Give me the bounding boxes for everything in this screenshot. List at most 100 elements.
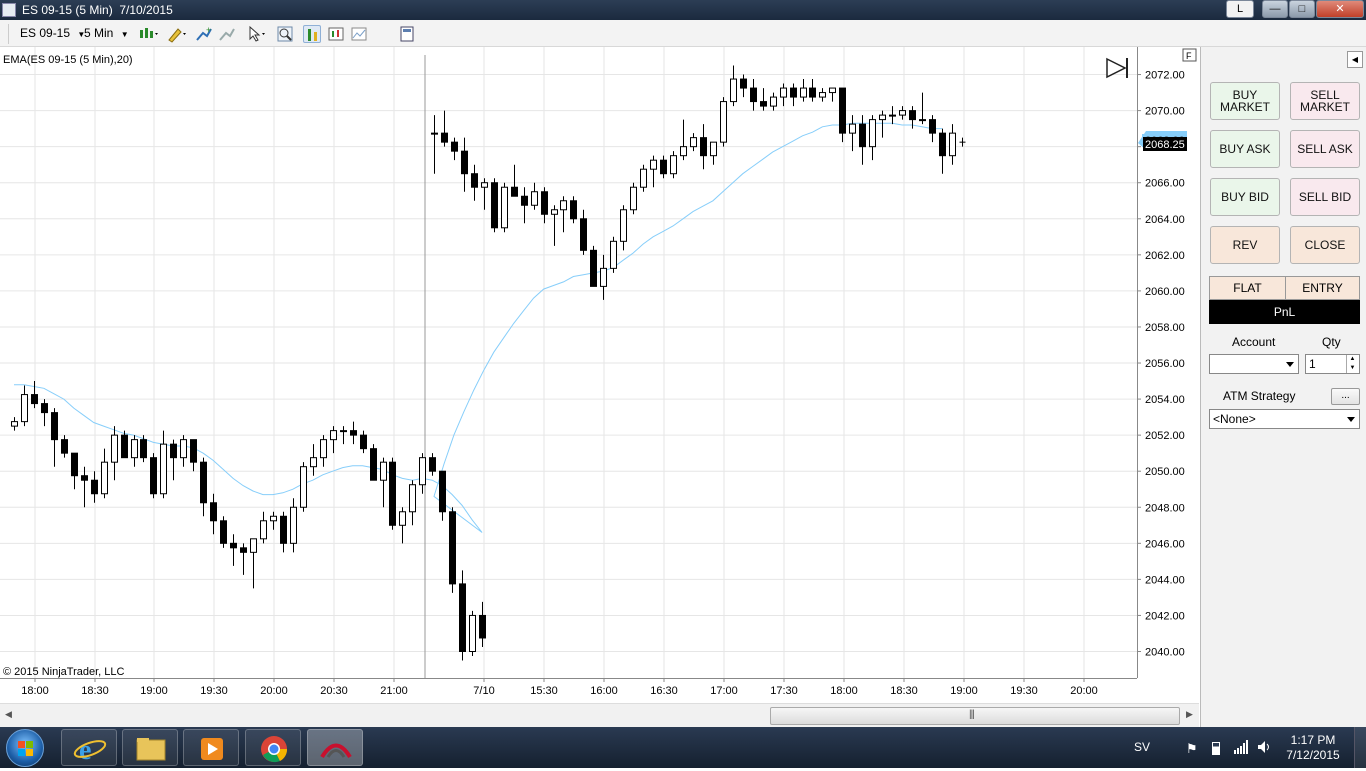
y-tick-label: 2042.00	[1145, 610, 1185, 622]
volume-icon[interactable]	[1257, 740, 1273, 757]
maximize-button[interactable]: □	[1289, 0, 1315, 18]
entry-price: ENTRY	[1285, 276, 1360, 300]
candle-body-down	[809, 87, 816, 98]
qty-up-icon[interactable]: ▲	[1346, 355, 1358, 364]
candle-body-down	[220, 520, 227, 544]
candle-body-up	[710, 141, 717, 157]
chart-properties-icon[interactable]	[350, 25, 368, 43]
candle	[570, 196, 577, 224]
panel-close-button[interactable]: ◀	[1347, 51, 1363, 68]
atm-settings-button[interactable]: ...	[1331, 388, 1360, 405]
add-indicator-icon[interactable]: +	[195, 25, 213, 43]
sell-market-button[interactable]: SELL MARKET	[1290, 82, 1360, 120]
candle-body-down	[451, 141, 458, 152]
draw-pencil-icon[interactable]	[166, 25, 186, 43]
scroll-left-icon[interactable]: ◀	[5, 709, 12, 720]
instrument-selector[interactable]: ES 09-15 ▼	[20, 24, 85, 43]
reverse-button[interactable]: REV	[1210, 226, 1280, 264]
candle	[580, 209, 587, 255]
y-tick-label: 2058.00	[1145, 322, 1185, 334]
candle-body-up	[260, 520, 267, 540]
candle-body-down	[200, 461, 207, 504]
x-tick-label: 19:00	[140, 685, 168, 697]
bar-chart-icon[interactable]	[303, 25, 321, 43]
candle	[31, 381, 38, 409]
account-select[interactable]	[1209, 354, 1299, 374]
clock[interactable]: 1:17 PM 7/12/2015	[1282, 733, 1344, 763]
candle	[809, 79, 816, 102]
cursor-icon[interactable]	[246, 25, 265, 43]
candle-body-down	[740, 78, 747, 89]
candle-body-up	[640, 168, 647, 188]
y-tick-label: 2054.00	[1145, 394, 1185, 406]
strategy-icon[interactable]	[218, 25, 236, 43]
candle-body-up	[310, 457, 317, 468]
internet-explorer-task[interactable]: e	[61, 729, 117, 766]
candle	[320, 435, 327, 467]
candlestick-style-icon[interactable]	[138, 25, 158, 43]
x-tick-label: 17:00	[710, 685, 738, 697]
close-window-button[interactable]: ✕	[1316, 0, 1364, 18]
interval-selector[interactable]: 5 Min ▼	[84, 24, 129, 43]
sell-bid-button[interactable]: SELL BID	[1290, 178, 1360, 216]
candle-body-up	[101, 461, 108, 495]
y-tick-label: 2044.00	[1145, 574, 1185, 586]
candle-body-down	[760, 101, 767, 107]
x-tick-label: 20:30	[320, 685, 348, 697]
candle-body-up	[250, 538, 257, 553]
network-icon[interactable]	[1234, 740, 1248, 757]
candle	[670, 151, 677, 179]
scroll-right-icon[interactable]: ▶	[1186, 709, 1193, 720]
x-tick-label: 20:00	[1070, 685, 1098, 697]
qty-down-icon[interactable]: ▼	[1346, 364, 1358, 373]
link-button[interactable]: L	[1226, 0, 1254, 18]
chrome-task[interactable]	[245, 729, 301, 766]
battery-icon[interactable]	[1212, 742, 1220, 755]
buy-ask-button[interactable]: BUY ASK	[1210, 130, 1280, 168]
y-tick-label: 2040.00	[1145, 647, 1185, 659]
candle	[630, 182, 637, 215]
candle-body-up	[551, 209, 558, 215]
price-chart[interactable]: 2072.002070.002068.002066.002064.002062.…	[0, 47, 1199, 703]
atm-strategy-select[interactable]: <None>	[1209, 409, 1360, 429]
show-desktop-button[interactable]	[1354, 727, 1366, 768]
candle-body-up	[819, 92, 826, 98]
atm-strategy-value: <None>	[1213, 412, 1256, 426]
flag-icon[interactable]: ⚑	[1186, 741, 1198, 757]
minimize-button[interactable]: —	[1262, 0, 1288, 18]
candle	[250, 538, 257, 589]
candle-body-down	[360, 434, 367, 450]
candle-body-up	[270, 515, 277, 522]
candle-body-up	[180, 439, 187, 459]
candle-body-down	[51, 412, 58, 441]
y-tick-label: 2064.00	[1145, 214, 1185, 226]
candle	[51, 408, 58, 467]
buy-bid-button[interactable]: BUY BID	[1210, 178, 1280, 216]
interval-label: 5 Min	[84, 26, 114, 40]
candle-body-down	[240, 547, 247, 553]
candle-body-down	[439, 470, 446, 513]
candle-body-up	[600, 267, 607, 287]
buy-market-button[interactable]: BUY MARKET	[1210, 82, 1280, 120]
scroll-thumb[interactable]: |||	[770, 707, 1180, 725]
template-icon[interactable]	[398, 25, 416, 43]
sell-ask-button[interactable]: SELL ASK	[1290, 130, 1360, 168]
ninjatrader-task[interactable]	[307, 729, 363, 766]
language-indicator[interactable]: SV	[1134, 740, 1150, 754]
candle	[429, 453, 436, 476]
quantity-stepper[interactable]: 1 ▲ ▼	[1305, 354, 1360, 374]
start-button[interactable]	[6, 729, 44, 767]
candle-body-down	[370, 448, 377, 481]
candle	[600, 254, 607, 300]
close-position-button[interactable]: CLOSE	[1290, 226, 1360, 264]
candle	[710, 141, 717, 165]
media-player-task[interactable]	[183, 729, 239, 766]
data-series-icon[interactable]	[327, 25, 345, 43]
candle-body-down	[449, 511, 456, 585]
candle-body-down	[939, 132, 946, 157]
zoom-icon[interactable]	[276, 25, 294, 43]
grip-icon: |||	[969, 709, 975, 720]
horizontal-scrollbar[interactable]: ◀ ||| ▶	[0, 703, 1199, 727]
file-explorer-task[interactable]	[122, 729, 178, 766]
f-button[interactable]: F	[1182, 48, 1197, 62]
